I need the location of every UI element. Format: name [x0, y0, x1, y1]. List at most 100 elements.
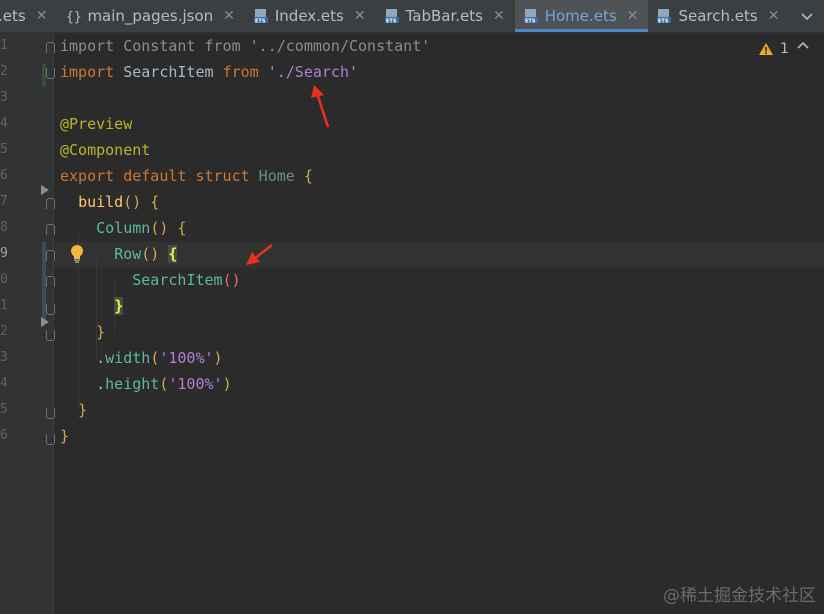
code-line-13: .width('100%') [60, 345, 223, 371]
line-number: 6 [0, 428, 8, 443]
import-path-string: '../common/Constant' [240, 37, 431, 55]
brace: } [96, 323, 106, 341]
tab-tabbar-ets[interactable]: ETS TabBar.ets ✕ [376, 0, 515, 32]
ets-file-icon: ETS [657, 9, 672, 25]
inspection-widget[interactable]: 1 [758, 41, 789, 57]
fold-marker-icon[interactable] [46, 304, 55, 315]
identifier: Constant [114, 37, 205, 55]
tab-label: Index.ets [274, 7, 344, 25]
line-number: 0 [0, 272, 8, 287]
component-row: Row [114, 245, 142, 263]
fold-marker-icon[interactable] [46, 276, 55, 287]
warning-icon [759, 43, 773, 55]
close-icon[interactable]: ✕ [493, 8, 505, 24]
fold-marker-icon[interactable] [46, 198, 55, 209]
line-number: 5 [0, 142, 8, 157]
annotation-arrow-icon [311, 85, 330, 128]
code-line-6: export default struct Home { [60, 163, 313, 189]
fold-marker-icon[interactable] [46, 42, 55, 53]
chevron-up-icon[interactable] [796, 39, 810, 53]
tab-home-ets[interactable]: ETS Home.ets ✕ [514, 0, 649, 32]
parentheses: () [222, 271, 241, 289]
method-height: height [105, 375, 160, 393]
fold-marker-icon[interactable] [46, 224, 55, 235]
ets-file-icon: ETS [253, 9, 268, 25]
tab-main-pages-json[interactable]: {} main_pages.json ✕ [57, 0, 244, 32]
fold-marker-icon[interactable] [46, 434, 55, 445]
dot: . [96, 375, 106, 393]
chevron-down-icon [801, 13, 813, 21]
fold-marker-icon[interactable] [46, 250, 55, 261]
code-line-4: @Preview [60, 111, 132, 137]
method-width: width [105, 349, 151, 367]
annotation-arrow-icon [246, 244, 273, 265]
keyword-import: import [60, 63, 115, 81]
code-line-15: } [60, 397, 87, 423]
ets-file-icon: ETS [523, 9, 538, 25]
code-line-8: Column() { [60, 215, 186, 241]
svg-text:ETS: ETS [525, 19, 536, 25]
paren-open: ( [150, 349, 160, 367]
fold-marker-icon[interactable] [46, 408, 55, 419]
line-number: 8 [0, 220, 8, 235]
svg-text:{}: {} [66, 10, 81, 24]
line-number: 1 [0, 298, 8, 313]
tab-overflow-button[interactable] [789, 0, 824, 32]
json-file-icon: {} [66, 10, 81, 24]
tab-index-ets[interactable]: ETS Index.ets ✕ [245, 0, 376, 32]
tab-label: TabBar.ets [405, 7, 483, 25]
line-number: 2 [0, 64, 8, 79]
svg-text:ETS: ETS [255, 19, 266, 25]
brace: { [294, 167, 313, 185]
svg-text:ETS: ETS [658, 19, 669, 25]
line-number: 3 [0, 350, 8, 365]
code-line-10: SearchItem() [60, 267, 241, 293]
method-build: build [78, 193, 124, 211]
keyword-from: from [204, 37, 241, 55]
line-number: 1 [0, 38, 8, 53]
line-number: 2 [0, 324, 8, 339]
line-number: 4 [0, 116, 8, 131]
string-value: '100%' [159, 349, 214, 367]
close-icon[interactable]: ✕ [768, 8, 780, 24]
inspection-count: 1 [780, 41, 789, 57]
code-line-5: @Component [60, 137, 150, 163]
close-icon[interactable]: ✕ [354, 8, 366, 24]
parentheses: () [141, 245, 160, 263]
close-icon[interactable]: ✕ [36, 8, 48, 24]
run-preview-icon[interactable] [41, 185, 49, 195]
close-icon[interactable]: ✕ [223, 8, 235, 24]
line-number: 5 [0, 402, 8, 417]
tab-search-ets[interactable]: ETS Search.ets ✕ [648, 0, 789, 32]
matched-brace: { [168, 245, 178, 263]
lightbulb-icon[interactable] [68, 244, 86, 264]
tab-label: main_pages.json [87, 7, 214, 25]
fold-marker-icon[interactable] [46, 68, 55, 79]
code-editor[interactable]: 1 2 3 4 5 6 7 8 9 0 1 2 3 4 5 6 import Constant from '.… [0, 33, 824, 614]
tab-label: .ets [0, 7, 26, 25]
editor-tab-bar: .ets ✕ {} main_pages.json ✕ ETS Index.ets ✕ ETS T… [0, 0, 824, 33]
paren-close: ) [213, 349, 223, 367]
decorator-component: @Component [60, 141, 151, 159]
keyword-from: from [222, 63, 259, 81]
tab-ets[interactable]: .ets ✕ [0, 0, 57, 32]
fold-marker-icon[interactable] [46, 330, 55, 341]
string-value: '100%' [168, 375, 223, 393]
run-preview-icon[interactable] [41, 317, 49, 327]
keywords-export-struct: export default struct [60, 167, 250, 185]
tab-label: Search.ets [678, 7, 758, 25]
code-line-12: } [60, 319, 105, 345]
component-searchitem: SearchItem [132, 271, 223, 289]
identifier: SearchItem [114, 63, 223, 81]
parentheses: () [150, 219, 169, 237]
tab-label: Home.ets [544, 7, 617, 25]
code-line-11: } [60, 293, 124, 319]
watermark: @稀土掘金技术社区 [663, 586, 816, 606]
line-number: 6 [0, 168, 8, 183]
close-icon[interactable]: ✕ [627, 8, 639, 24]
